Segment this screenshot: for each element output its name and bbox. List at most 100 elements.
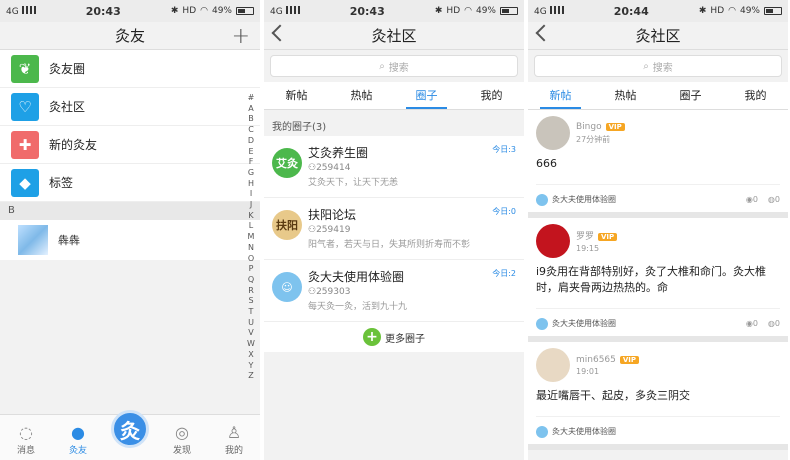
post-body: 最近嘴唇干、起皮，多灸三阴交 bbox=[536, 389, 690, 402]
tab-mine[interactable]: 我的 bbox=[723, 82, 788, 109]
post-circle[interactable]: 灸大夫使用体验圈 bbox=[552, 318, 616, 329]
circle-name: 灸大夫使用体验圈 bbox=[308, 270, 405, 284]
alphabet-letter[interactable]: O bbox=[246, 254, 256, 265]
vip-badge: VIP bbox=[619, 355, 640, 364]
user-icon: ● bbox=[71, 423, 85, 442]
tab-hot-posts[interactable]: 热帖 bbox=[329, 82, 394, 109]
network-label: 4G bbox=[534, 6, 547, 17]
alphabet-letter[interactable]: K bbox=[246, 211, 256, 222]
post-body: i9灸用在背部特别好，灸了大椎和命门。灸大椎时，肩夹骨两边热热的。命 bbox=[536, 265, 767, 294]
alphabet-letter[interactable]: H bbox=[246, 179, 256, 190]
face-icon: ☺ bbox=[281, 280, 293, 294]
status-bar: 4G 20:43 ✱ HD ◠ 49% bbox=[264, 0, 524, 22]
alphabet-letter[interactable]: N bbox=[246, 243, 256, 254]
menu-item-community[interactable]: ♡ 灸社区 bbox=[0, 88, 260, 126]
alphabet-letter[interactable]: T bbox=[246, 307, 256, 318]
alphabet-index[interactable]: # A B C D E F G H I J K L M N O P Q R S T U V W X Y Z bbox=[246, 93, 256, 382]
search-input[interactable]: ⌕ 搜索 bbox=[270, 55, 518, 77]
post-time: 19:01 bbox=[576, 366, 600, 376]
tab-hot-posts[interactable]: 热帖 bbox=[593, 82, 658, 109]
menu-item-tags[interactable]: ◆ 标签 bbox=[0, 164, 260, 202]
alphabet-letter[interactable]: F bbox=[246, 157, 256, 168]
page-title: 灸社区 bbox=[371, 27, 417, 45]
network-label: 4G bbox=[6, 6, 19, 17]
menu-item-new-friends[interactable]: ✚ 新的灸友 bbox=[0, 126, 260, 164]
post-circle[interactable]: 灸大夫使用体验圈 bbox=[552, 194, 616, 205]
battery-percent: 49% bbox=[475, 6, 496, 16]
tab-new-posts[interactable]: 新帖 bbox=[528, 82, 593, 109]
alphabet-letter[interactable]: Z bbox=[246, 371, 256, 382]
alphabet-letter[interactable]: A bbox=[246, 104, 256, 115]
add-icon[interactable]: + bbox=[232, 24, 250, 49]
tab-new-posts[interactable]: 新帖 bbox=[264, 82, 329, 109]
battery-icon bbox=[500, 7, 518, 15]
alphabet-letter[interactable]: C bbox=[246, 125, 256, 136]
avatar bbox=[18, 225, 48, 255]
vip-badge: VIP bbox=[598, 233, 618, 241]
tab-circles[interactable]: 圈子 bbox=[658, 82, 723, 109]
page-title: 灸友 bbox=[114, 27, 145, 45]
post-user: min6565 bbox=[576, 354, 616, 365]
alphabet-letter[interactable]: X bbox=[246, 350, 256, 361]
circle-desc: 艾灸天下，让天下无恙 bbox=[308, 178, 399, 188]
wifi-icon: ◠ bbox=[464, 6, 472, 16]
signal-icon bbox=[285, 5, 300, 14]
friend-row[interactable]: 犇犇 bbox=[0, 220, 260, 260]
alphabet-letter[interactable]: Q bbox=[246, 275, 256, 286]
alphabet-letter[interactable]: U bbox=[246, 318, 256, 329]
tab-messages[interactable]: ◌ 消息 bbox=[4, 423, 48, 456]
menu-item-moxa-circle[interactable]: ❦ 灸友圈 bbox=[0, 50, 260, 88]
member-count: 259414 bbox=[316, 163, 351, 173]
back-icon[interactable] bbox=[535, 24, 553, 42]
tab-circles[interactable]: 圈子 bbox=[394, 82, 459, 109]
circle-logo: 扶阳 bbox=[272, 210, 302, 240]
bluetooth-icon: ✱ bbox=[698, 6, 707, 16]
alphabet-letter[interactable]: R bbox=[246, 286, 256, 297]
tab-center[interactable]: 灸 bbox=[108, 410, 152, 456]
circle-item[interactable]: 扶阳 扶阳论坛 ⚇259419 阳气者，若天与日，失其所则折寿而不彰 今日:0 bbox=[264, 198, 524, 260]
post-card[interactable]: Bingo VIP 27分钟前 666 灸大夫使用体验圈 ◉0 ◍0 bbox=[528, 110, 788, 218]
alphabet-letter[interactable]: # bbox=[246, 93, 256, 104]
alphabet-letter[interactable]: M bbox=[246, 232, 256, 243]
person-icon: ♙ bbox=[226, 423, 242, 442]
sprout-icon: ❦ bbox=[11, 54, 39, 83]
status-bar: 4G 20:43 ✱ HD ◠ 49% bbox=[0, 0, 260, 22]
heart-cloud-icon: ♡ bbox=[11, 92, 39, 121]
avatar bbox=[536, 116, 570, 150]
alphabet-letter[interactable]: W bbox=[246, 339, 256, 350]
phone-community-circles: 4G 20:43 ✱ HD ◠ 49% 灸社区 ⌕ 搜索 新帖 热帖 圈子 我的 我的圈… bbox=[264, 0, 524, 460]
circle-name: 扶阳论坛 bbox=[308, 208, 357, 222]
post-card[interactable]: 罗罗 VIP 19:15 i9灸用在背部特别好，灸了大椎和命门。灸大椎时，肩夹骨两… bbox=[528, 218, 788, 342]
back-icon[interactable] bbox=[271, 24, 289, 42]
tab-mine[interactable]: ♙ 我的 bbox=[212, 423, 256, 456]
battery-icon bbox=[764, 7, 782, 15]
circle-logo: ☺ bbox=[272, 272, 302, 302]
alphabet-letter[interactable]: G bbox=[246, 168, 256, 179]
screenshot-stage: 4G 20:43 ✱ HD ◠ 49% 灸友 + ❦ 灸友圈 ♡ 灸社区 ✚ 新的灸友… bbox=[0, 0, 790, 460]
post-time: 19:15 bbox=[576, 244, 600, 253]
view-count: 0 bbox=[752, 319, 758, 328]
post-card[interactable]: min6565 VIP 19:01 最近嘴唇干、起皮，多灸三阴交 灸大夫使用体验圈 bbox=[528, 342, 788, 450]
more-circles-button[interactable]: + 更多圈子 bbox=[264, 322, 524, 352]
tab-discover[interactable]: ◎ 发现 bbox=[160, 423, 204, 456]
alphabet-letter[interactable]: E bbox=[246, 147, 256, 158]
post-circle[interactable]: 灸大夫使用体验圈 bbox=[552, 426, 616, 437]
search-input[interactable]: ⌕ 搜索 bbox=[534, 55, 782, 77]
alphabet-letter[interactable]: D bbox=[246, 136, 256, 147]
alphabet-letter[interactable]: I bbox=[246, 189, 256, 200]
alphabet-letter[interactable]: S bbox=[246, 296, 256, 307]
battery-percent: 49% bbox=[739, 6, 760, 16]
alphabet-letter[interactable]: Y bbox=[246, 361, 256, 372]
menu-list: ❦ 灸友圈 ♡ 灸社区 ✚ 新的灸友 ◆ 标签 bbox=[0, 50, 260, 202]
alphabet-letter[interactable]: V bbox=[246, 328, 256, 339]
menu-item-label: 灸友圈 bbox=[49, 62, 86, 76]
alphabet-letter[interactable]: L bbox=[246, 221, 256, 232]
circle-item[interactable]: 艾灸 艾灸养生圈 ⚇259414 艾灸天下，让天下无恙 今日:3 bbox=[264, 136, 524, 198]
alphabet-letter[interactable]: P bbox=[246, 264, 256, 275]
alphabet-letter[interactable]: B bbox=[246, 114, 256, 125]
alphabet-letter[interactable]: J bbox=[246, 200, 256, 211]
tab-friends[interactable]: ● 灸友 bbox=[56, 423, 100, 456]
member-count: 259303 bbox=[316, 287, 351, 297]
circle-item[interactable]: ☺ 灸大夫使用体验圈 ⚇259303 每天灸一灸，活到九十九 今日:2 bbox=[264, 260, 524, 322]
tab-mine[interactable]: 我的 bbox=[459, 82, 524, 109]
